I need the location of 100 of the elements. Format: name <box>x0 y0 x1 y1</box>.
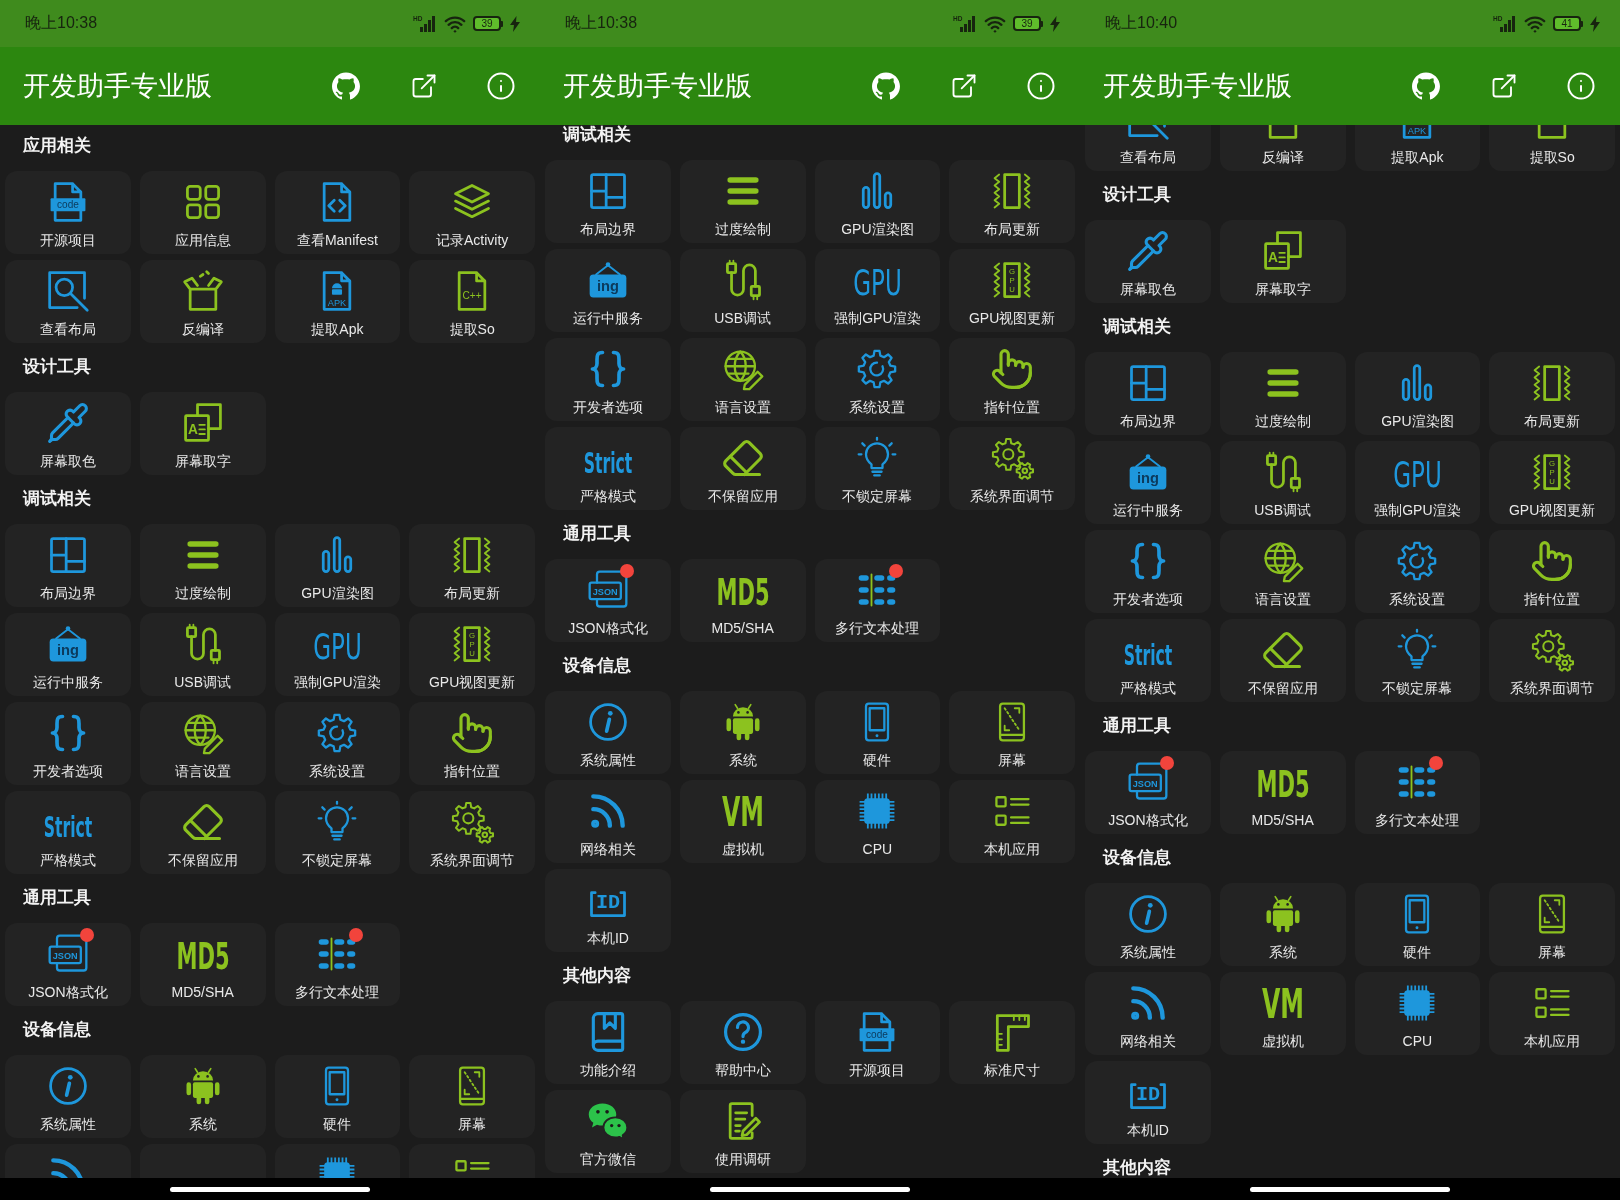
tool-tile[interactable]: ing 运行中服务 <box>545 249 671 332</box>
tool-tile[interactable]: 提取So <box>1489 125 1615 171</box>
tool-tile[interactable]: 不保留应用 <box>679 427 806 510</box>
tool-tile[interactable]: 网络相关 <box>545 780 671 863</box>
tool-tile[interactable]: 布局边界 <box>1085 352 1211 435</box>
tool-tile[interactable]: 不保留应用 <box>139 791 266 874</box>
tool-tile[interactable]: 系统界面调节 <box>949 427 1075 510</box>
tool-tile[interactable]: 过度绘制 <box>1219 352 1346 435</box>
tool-tile[interactable]: 不保留应用 <box>1219 619 1346 702</box>
tool-tile[interactable]: 系统界面调节 <box>409 791 535 874</box>
tool-tile[interactable]: 记录Activity <box>409 171 535 254</box>
tool-tile[interactable]: Strict 严格模式 <box>5 791 131 874</box>
tool-tile[interactable]: APK 提取Apk <box>274 260 401 343</box>
tool-tile[interactable]: MD5 MD5/SHA <box>139 923 266 1006</box>
tool-tile[interactable]: VM 虚拟机 <box>679 780 806 863</box>
tool-tile[interactable]: 过度绘制 <box>679 160 806 243</box>
tool-tile[interactable]: 系统 <box>1219 883 1346 966</box>
tool-tile[interactable]: 布局更新 <box>949 160 1075 243</box>
info-icon[interactable] <box>486 71 516 101</box>
tool-tile[interactable]: 系统设置 <box>1354 530 1481 613</box>
tool-tile[interactable]: 布局更新 <box>1489 352 1615 435</box>
tool-tile[interactable]: 反编译 <box>139 260 266 343</box>
tool-tile[interactable]: VM 虚拟机 <box>1219 972 1346 1055</box>
tool-tile[interactable]: 官方微信 <box>545 1090 671 1173</box>
tool-tile[interactable]: Strict 严格模式 <box>545 427 671 510</box>
tool-tile[interactable]: ID 本机ID <box>545 869 671 952</box>
tool-tile[interactable]: 系统设置 <box>814 338 941 421</box>
tool-tile[interactable]: GPU渲染图 <box>1354 352 1481 435</box>
tool-tile[interactable]: GPU 强制GPU渲染 <box>814 249 941 332</box>
tool-tile[interactable]: JSON JSON格式化 <box>545 559 671 642</box>
tool-tile[interactable]: 开发者选项 <box>5 702 131 785</box>
share-icon[interactable] <box>410 72 438 100</box>
tool-tile[interactable]: 使用调研 <box>679 1090 806 1173</box>
tool-tile[interactable]: code 开源项目 <box>814 1001 941 1084</box>
home-indicator[interactable] <box>710 1186 910 1192</box>
tool-tile[interactable]: 功能介绍 <box>545 1001 671 1084</box>
tool-tile[interactable]: GPU 强制GPU渲染 <box>274 613 401 696</box>
tool-tile[interactable]: 布局更新 <box>409 524 535 607</box>
tool-tile[interactable]: 屏幕 <box>949 691 1075 774</box>
tool-tile[interactable]: A 屏幕取字 <box>139 392 266 475</box>
tool-tile[interactable]: JSON JSON格式化 <box>1085 751 1211 834</box>
tool-tile[interactable]: 标准尺寸 <box>949 1001 1075 1084</box>
tool-tile[interactable]: 查看布局 <box>5 260 131 343</box>
tool-tile[interactable]: 查看Manifest <box>274 171 401 254</box>
tool-tile[interactable]: USB调试 <box>1219 441 1346 524</box>
tool-tile[interactable]: 应用信息 <box>139 171 266 254</box>
tool-tile[interactable]: 不锁定屏幕 <box>814 427 941 510</box>
tool-tile[interactable]: CPU <box>1354 972 1481 1055</box>
tool-tile[interactable]: JSON JSON格式化 <box>5 923 131 1006</box>
tool-tile[interactable]: USB调试 <box>139 613 266 696</box>
tool-tile[interactable]: ing 运行中服务 <box>1085 441 1211 524</box>
tool-tile[interactable]: 多行文本处理 <box>814 559 941 642</box>
tool-tile[interactable]: 屏幕 <box>1489 883 1615 966</box>
tool-tile[interactable]: 语言设置 <box>139 702 266 785</box>
tool-tile[interactable]: A 屏幕取字 <box>1219 220 1346 303</box>
tool-tile[interactable]: MD5 MD5/SHA <box>679 559 806 642</box>
tool-tile[interactable]: 系统 <box>139 1055 266 1138</box>
tool-tile[interactable]: 系统界面调节 <box>1489 619 1615 702</box>
tool-tile[interactable]: 多行文本处理 <box>274 923 401 1006</box>
tool-tile[interactable]: code 开源项目 <box>5 171 131 254</box>
tool-tile[interactable]: GPU渲染图 <box>274 524 401 607</box>
share-icon[interactable] <box>1490 72 1518 100</box>
tool-tile[interactable]: 过度绘制 <box>139 524 266 607</box>
tool-tile[interactable]: 硬件 <box>1354 883 1481 966</box>
tool-tile[interactable]: 本机应用 <box>1489 972 1615 1055</box>
tool-tile[interactable]: GPU 强制GPU渲染 <box>1354 441 1481 524</box>
tool-tile[interactable]: 硬件 <box>274 1055 401 1138</box>
tool-tile[interactable]: 不锁定屏幕 <box>274 791 401 874</box>
home-indicator[interactable] <box>1250 1186 1450 1192</box>
tool-tile[interactable]: 屏幕取色 <box>1085 220 1211 303</box>
github-icon[interactable] <box>330 70 362 102</box>
tool-tile[interactable]: MD5 MD5/SHA <box>1219 751 1346 834</box>
tool-tile[interactable]: 系统属性 <box>1085 883 1211 966</box>
info-icon[interactable] <box>1566 71 1596 101</box>
tool-tile[interactable]: 语言设置 <box>1219 530 1346 613</box>
tool-tile[interactable]: 本机应用 <box>949 780 1075 863</box>
tool-tile[interactable]: 开发者选项 <box>1085 530 1211 613</box>
tool-tile[interactable]: 不锁定屏幕 <box>1354 619 1481 702</box>
home-indicator[interactable] <box>170 1186 370 1192</box>
tool-tile[interactable]: 布局边界 <box>5 524 131 607</box>
tool-tile[interactable]: 查看布局 <box>1085 125 1211 171</box>
tool-tile[interactable]: ID 本机ID <box>1085 1061 1211 1144</box>
info-icon[interactable] <box>1026 71 1056 101</box>
tool-tile[interactable]: ing 运行中服务 <box>5 613 131 696</box>
tool-tile[interactable]: 多行文本处理 <box>1354 751 1481 834</box>
tool-tile[interactable]: 帮助中心 <box>679 1001 806 1084</box>
tool-tile[interactable]: 反编译 <box>1219 125 1346 171</box>
tool-tile[interactable]: GPU渲染图 <box>814 160 941 243</box>
tool-tile[interactable]: 系统 <box>679 691 806 774</box>
github-icon[interactable] <box>1410 70 1442 102</box>
tool-tile[interactable]: 网络相关 <box>1085 972 1211 1055</box>
share-icon[interactable] <box>950 72 978 100</box>
tool-tile[interactable]: 指针位置 <box>1489 530 1615 613</box>
tool-tile[interactable]: 硬件 <box>814 691 941 774</box>
tool-tile[interactable]: CPU <box>814 780 941 863</box>
tool-tile[interactable]: 屏幕 <box>409 1055 535 1138</box>
tool-tile[interactable]: 系统设置 <box>274 702 401 785</box>
tool-tile[interactable]: 系统属性 <box>545 691 671 774</box>
tool-tile[interactable]: 屏幕取色 <box>5 392 131 475</box>
tool-tile[interactable]: 指针位置 <box>949 338 1075 421</box>
